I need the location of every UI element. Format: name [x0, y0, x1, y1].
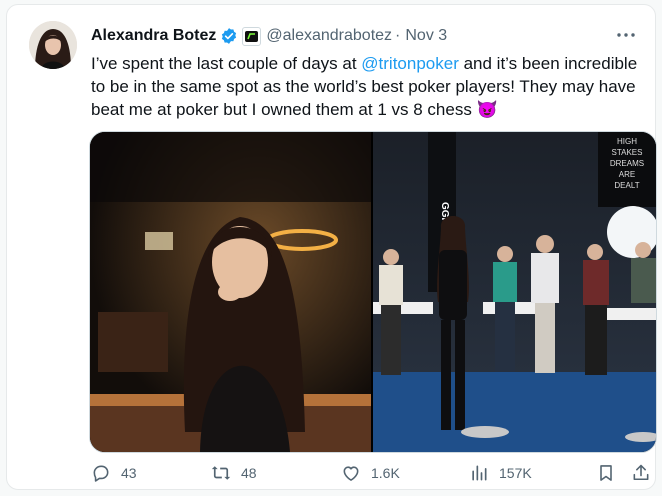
- author-handle[interactable]: @alexandrabotez: [266, 27, 392, 45]
- tweet-text: I’ve spent the last couple of days at @t…: [91, 52, 651, 121]
- avatar[interactable]: [29, 21, 77, 69]
- banner-line: DREAMS: [610, 159, 644, 168]
- heart-icon: [343, 466, 359, 481]
- reply-icon: [93, 465, 109, 482]
- views-count: 157K: [499, 465, 532, 481]
- media-image-right[interactable]: GGPOKER HIGH STAKES DREAMS ARE DEALT: [373, 132, 656, 452]
- mention-link[interactable]: @tritonpoker: [361, 54, 459, 73]
- views-button[interactable]: 157K: [469, 461, 532, 485]
- like-button[interactable]: 1.6K: [341, 461, 400, 485]
- tweet-text-part: I’ve spent the last couple of days at: [91, 54, 362, 73]
- bookmark-icon: [600, 465, 612, 481]
- views-icon: [472, 465, 487, 481]
- verified-badge-icon: [222, 28, 237, 44]
- tweet-date[interactable]: Nov 3: [405, 27, 447, 45]
- author-name[interactable]: Alexandra Botez: [91, 27, 216, 45]
- tweet-header: Alexandra Botez @alexandrabotez · Nov 3: [91, 25, 447, 47]
- reply-button[interactable]: 43: [91, 461, 137, 485]
- share-button[interactable]: [631, 461, 651, 485]
- more-options-icon[interactable]: [615, 25, 637, 45]
- bookmark-button[interactable]: [596, 461, 616, 485]
- separator-dot: ·: [395, 27, 401, 44]
- repost-button[interactable]: 48: [211, 461, 257, 485]
- banner-line: STAKES: [612, 148, 643, 157]
- banner-line: DEALT: [614, 181, 639, 190]
- media-image-left[interactable]: [90, 132, 371, 452]
- share-icon: [633, 464, 649, 481]
- repost-icon: [211, 466, 231, 480]
- like-count: 1.6K: [371, 465, 400, 481]
- affiliate-logo-icon[interactable]: [242, 26, 262, 46]
- banner-line: HIGH: [617, 137, 637, 146]
- tweet-card[interactable]: Alexandra Botez @alexandrabotez · Nov 3 …: [6, 4, 657, 490]
- reply-count: 43: [121, 465, 137, 481]
- banner-line: ARE: [619, 170, 635, 179]
- repost-count: 48: [241, 465, 257, 481]
- media-grid: GGPOKER HIGH STAKES DREAMS ARE DEALT: [89, 131, 657, 453]
- action-bar: 43 48 1.6K 157K: [91, 461, 653, 485]
